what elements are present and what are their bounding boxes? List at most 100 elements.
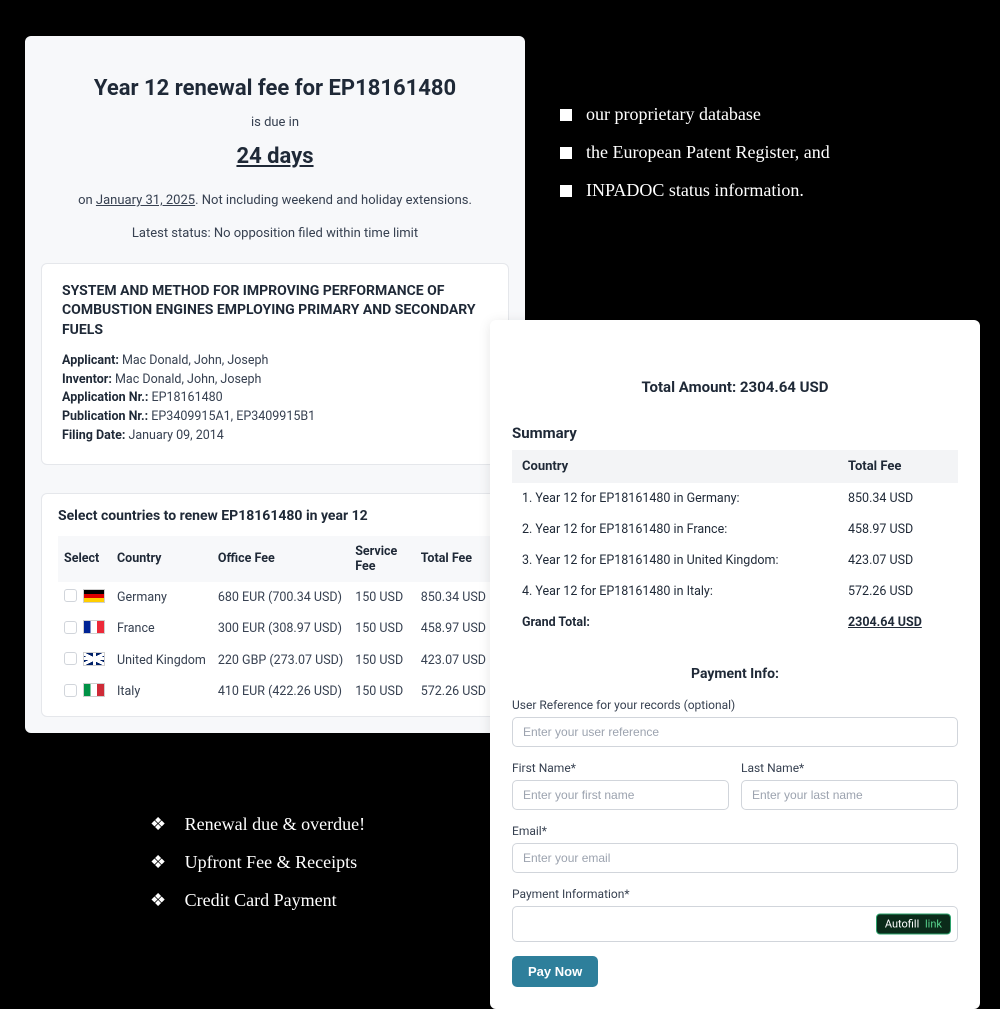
service-fee: 150 USD [349,582,415,614]
country-table: Select Country Office Fee Service Fee To… [58,536,492,708]
email-input[interactable] [512,843,958,873]
select-heading: Select countries to renew EP18161480 in … [58,508,492,524]
user-reference-label: User Reference for your records (optiona… [512,698,958,712]
total-fee: 423.07 USD [415,645,492,677]
total-amount-label: Total Amount: [641,378,739,396]
due-suffix: . Not including weekend and holiday exte… [195,193,472,208]
country-checkbox[interactable] [64,652,77,665]
diamond-bullet-icon: ❖ [150,806,166,844]
summary-fee: 423.07 USD [838,545,958,576]
bullet-item: our proprietary database [560,96,830,134]
diamond-bullet-icon: ❖ [150,882,166,920]
bullet-item: the European Patent Register, and [560,134,830,172]
sum-col-total: Total Fee [838,450,958,483]
flag-icon [83,589,105,603]
applicant-label: Applicant: [62,353,119,368]
summary-line: 2. Year 12 for EP18161480 in France: [512,514,838,545]
summary-table: Country Total Fee 1. Year 12 for EP18161… [512,450,958,638]
total-fee: 458.97 USD [415,613,492,645]
flag-icon [83,683,105,697]
country-checkbox[interactable] [64,621,77,634]
square-bullet-icon [560,147,572,159]
summary-heading: Summary [512,424,958,442]
autofill-text: Autofill [885,918,919,931]
user-reference-input[interactable] [512,717,958,747]
service-fee: 150 USD [349,645,415,677]
summary-fee: 458.97 USD [838,514,958,545]
last-name-label: Last Name* [741,761,958,775]
office-fee: 410 EUR (422.26 USD) [212,676,349,708]
table-row: 3. Year 12 for EP18161480 in United King… [512,545,958,576]
service-fee: 150 USD [349,613,415,645]
country-checkbox[interactable] [64,589,77,602]
autofill-link: link [925,918,942,931]
bullet-item: INPADOC status information. [560,172,830,210]
table-row: Italy410 EUR (422.26 USD)150 USD572.26 U… [58,676,492,708]
filing-value: January 09, 2014 [125,428,223,443]
office-fee: 680 EUR (700.34 USD) [212,582,349,614]
bullet-item: ❖ Credit Card Payment [150,882,365,920]
office-fee: 300 EUR (308.97 USD) [212,613,349,645]
pubno-label: Publication Nr.: [62,409,148,424]
email-label: Email* [512,824,958,838]
last-name-input[interactable] [741,780,958,810]
summary-line: 1. Year 12 for EP18161480 in Germany: [512,483,838,514]
service-fee: 150 USD [349,676,415,708]
feature-bullets-top: our proprietary databasethe European Pat… [560,96,830,209]
grand-total-label: Grand Total: [512,607,838,638]
summary-line: 4. Year 12 for EP18161480 in Italy: [512,576,838,607]
appno-value: EP18161480 [148,390,222,405]
table-row: France300 EUR (308.97 USD)150 USD458.97 … [58,613,492,645]
renewal-card: Year 12 renewal fee for EP18161480 is du… [25,36,525,733]
country-name: Italy [111,676,212,708]
col-country: Country [111,536,212,582]
payment-method-input[interactable]: Autofill link [512,906,958,942]
renewal-title: Year 12 renewal fee for EP18161480 [41,76,509,101]
diamond-bullet-icon: ❖ [150,844,166,882]
inventor-value: Mac Donald, John, Joseph [112,372,262,387]
table-row: Germany680 EUR (700.34 USD)150 USD850.34… [58,582,492,614]
first-name-input[interactable] [512,780,729,810]
due-in-label: is due in [41,115,509,130]
pay-now-button[interactable]: Pay Now [512,956,598,987]
col-total-fee: Total Fee [415,536,492,582]
bullet-item: ❖ Upfront Fee & Receipts [150,844,365,882]
table-row: 1. Year 12 for EP18161480 in Germany:850… [512,483,958,514]
filing-label: Filing Date: [62,428,125,443]
autofill-badge[interactable]: Autofill link [876,914,951,935]
sum-col-country: Country [512,450,838,483]
summary-fee: 850.34 USD [838,483,958,514]
col-service-fee: Service Fee [349,536,415,582]
applicant-value: Mac Donald, John, Joseph [119,353,269,368]
square-bullet-icon [560,109,572,121]
first-name-label: First Name* [512,761,729,775]
col-select: Select [58,536,111,582]
days-remaining: 24 days [41,144,509,169]
total-fee: 850.34 USD [415,582,492,614]
country-select-box: Select countries to renew EP18161480 in … [41,493,509,717]
due-date-line: on January 31, 2025. Not including weeke… [41,193,509,208]
office-fee: 220 GBP (273.07 USD) [212,645,349,677]
grand-total-row: Grand Total:2304.64 USD [512,607,958,638]
country-checkbox[interactable] [64,684,77,697]
patent-title: SYSTEM AND METHOD FOR IMPROVING PERFORMA… [62,282,488,340]
total-amount-value: 2304.64 USD [740,378,829,396]
status-label: Latest status: [132,226,214,241]
table-row: United Kingdom220 GBP (273.07 USD)150 US… [58,645,492,677]
total-fee: 572.26 USD [415,676,492,708]
appno-label: Application Nr.: [62,390,148,405]
due-on-prefix: on [78,193,96,208]
flag-icon [83,620,105,634]
table-row: 2. Year 12 for EP18161480 in France:458.… [512,514,958,545]
pubno-value: EP3409915A1, EP3409915B1 [148,409,315,424]
table-row: 4. Year 12 for EP18161480 in Italy:572.2… [512,576,958,607]
grand-total-value: 2304.64 USD [838,607,958,638]
payment-card: Total Amount: 2304.64 USD Summary Countr… [490,320,980,1009]
square-bullet-icon [560,185,572,197]
status-value: No opposition filed within time limit [214,226,418,241]
inventor-label: Inventor: [62,372,112,387]
user-reference-row: User Reference for your records (optiona… [512,698,958,747]
payment-info-heading: Payment Info: [512,666,958,682]
due-date: January 31, 2025 [96,193,195,208]
patent-info-box: SYSTEM AND METHOD FOR IMPROVING PERFORMA… [41,263,509,465]
